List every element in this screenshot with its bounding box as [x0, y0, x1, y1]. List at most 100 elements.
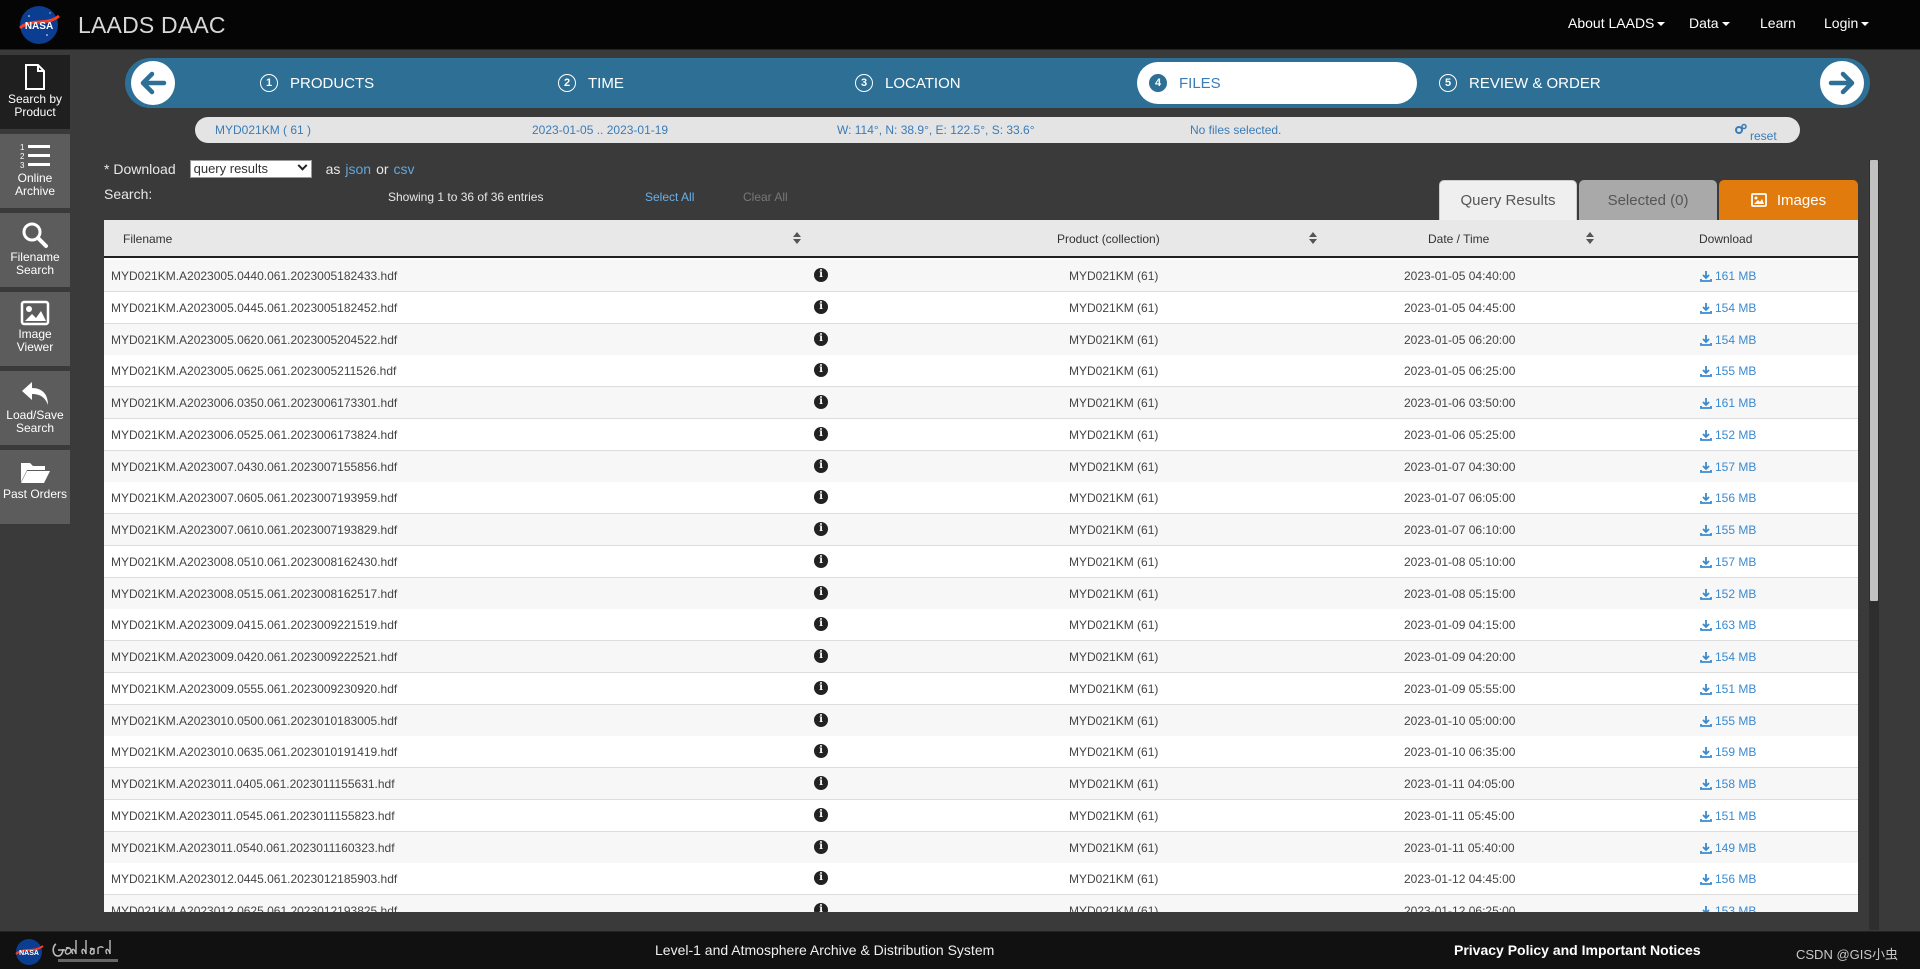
table-row[interactable]: MYD021KM.A2023005.0620.061.2023005204522… [104, 324, 1858, 356]
info-icon[interactable]: i [814, 808, 828, 822]
tab-images[interactable]: Images [1719, 180, 1858, 220]
info-icon[interactable]: i [814, 903, 828, 912]
sidebar-online-archive[interactable]: 1 2 3 Online Archive [0, 134, 70, 208]
step-files[interactable]: 4 FILES [1137, 62, 1417, 104]
info-icon[interactable]: i [814, 649, 828, 663]
info-icon[interactable]: i [814, 871, 828, 885]
next-step-button[interactable] [1820, 61, 1864, 105]
table-row[interactable]: MYD021KM.A2023009.0415.061.2023009221519… [104, 609, 1858, 641]
sidebar-load-save-search[interactable]: Load/Save Search [0, 371, 70, 445]
info-icon[interactable]: i [814, 554, 828, 568]
previous-step-button[interactable] [131, 61, 175, 105]
header-date[interactable]: Date / Time [1428, 232, 1489, 246]
scrollbar-thumb[interactable] [1870, 160, 1878, 601]
step-products[interactable]: 1 PRODUCTS [248, 62, 374, 104]
info-icon[interactable]: i [814, 490, 828, 504]
info-icon[interactable]: i [814, 586, 828, 600]
step-time[interactable]: 2 TIME [546, 62, 624, 104]
nav-data[interactable]: Data [1689, 15, 1730, 31]
sort-icon[interactable] [1309, 232, 1317, 246]
nav-login[interactable]: Login [1824, 15, 1870, 31]
download-json-link[interactable]: json [345, 161, 371, 177]
table-row[interactable]: MYD021KM.A2023007.0430.061.2023007155856… [104, 451, 1858, 483]
info-icon[interactable]: i [814, 776, 828, 790]
download-link[interactable]: 151 MB [1700, 682, 1756, 696]
info-icon[interactable]: i [814, 395, 828, 409]
download-link[interactable]: 158 MB [1700, 777, 1756, 791]
download-link[interactable]: 154 MB [1700, 301, 1756, 315]
info-icon[interactable]: i [814, 268, 828, 282]
table-row[interactable]: MYD021KM.A2023009.0420.061.2023009222521… [104, 641, 1858, 673]
download-link[interactable]: 163 MB [1700, 618, 1756, 632]
info-icon[interactable]: i [814, 332, 828, 346]
info-icon[interactable]: i [814, 617, 828, 631]
table-row[interactable]: MYD021KM.A2023007.0605.061.2023007193959… [104, 482, 1858, 514]
download-link[interactable]: 153 MB [1700, 904, 1756, 912]
table-row[interactable]: MYD021KM.A2023012.0625.061.2023012193825… [104, 895, 1858, 912]
download-link[interactable]: 152 MB [1700, 587, 1756, 601]
download-link[interactable]: 161 MB [1700, 269, 1756, 283]
table-row[interactable]: MYD021KM.A2023006.0350.061.2023006173301… [104, 387, 1858, 419]
table-row[interactable]: MYD021KM.A2023005.0445.061.2023005182452… [104, 292, 1858, 324]
sort-icon[interactable] [793, 232, 801, 246]
nasa-logo[interactable]: NASA [17, 4, 61, 46]
download-link[interactable]: 157 MB [1700, 555, 1756, 569]
table-row[interactable]: MYD021KM.A2023006.0525.061.2023006173824… [104, 419, 1858, 451]
table-row[interactable]: MYD021KM.A2023005.0440.061.2023005182433… [104, 260, 1858, 292]
goddard-logo[interactable] [50, 936, 126, 966]
summary-time[interactable]: 2023-01-05 .. 2023-01-19 [532, 123, 668, 137]
info-icon[interactable]: i [814, 427, 828, 441]
download-csv-link[interactable]: csv [394, 161, 415, 177]
nav-learn[interactable]: Learn [1760, 15, 1796, 31]
nasa-logo[interactable]: NASA [14, 938, 44, 966]
select-all-button[interactable]: Select All [645, 190, 694, 204]
info-icon[interactable]: i [814, 459, 828, 473]
scrollbar[interactable] [1869, 160, 1879, 930]
step-review-order[interactable]: 5 REVIEW & ORDER [1427, 62, 1601, 104]
download-link[interactable]: 159 MB [1700, 745, 1756, 759]
table-row[interactable]: MYD021KM.A2023010.0635.061.2023010191419… [104, 736, 1858, 768]
download-link[interactable]: 152 MB [1700, 428, 1756, 442]
download-link[interactable]: 149 MB [1700, 841, 1756, 855]
download-link[interactable]: 154 MB [1700, 650, 1756, 664]
table-row[interactable]: MYD021KM.A2023005.0625.061.2023005211526… [104, 355, 1858, 387]
download-link[interactable]: 161 MB [1700, 396, 1756, 410]
info-icon[interactable]: i [814, 713, 828, 727]
clear-all-button[interactable]: Clear All [743, 190, 788, 204]
info-icon[interactable]: i [814, 300, 828, 314]
download-link[interactable]: 154 MB [1700, 333, 1756, 347]
header-product[interactable]: Product (collection) [1057, 232, 1160, 246]
table-row[interactable]: MYD021KM.A2023007.0610.061.2023007193829… [104, 514, 1858, 546]
sidebar-search-by-product[interactable]: Search by Product [0, 55, 70, 129]
table-row[interactable]: MYD021KM.A2023010.0500.061.2023010183005… [104, 705, 1858, 737]
download-link[interactable]: 151 MB [1700, 809, 1756, 823]
sort-icon[interactable] [1586, 232, 1594, 246]
header-filename[interactable]: Filename [123, 232, 172, 246]
info-icon[interactable]: i [814, 522, 828, 536]
tab-query-results[interactable]: Query Results [1439, 180, 1577, 220]
site-title[interactable]: LAADS DAAC [78, 12, 226, 39]
download-link[interactable]: 157 MB [1700, 460, 1756, 474]
step-location[interactable]: 3 LOCATION [843, 62, 961, 104]
privacy-policy-link[interactable]: Privacy Policy and Important Notices [1454, 942, 1701, 958]
info-icon[interactable]: i [814, 744, 828, 758]
tab-selected[interactable]: Selected (0) [1579, 180, 1717, 220]
table-row[interactable]: MYD021KM.A2023011.0545.061.2023011155823… [104, 800, 1858, 832]
summary-product[interactable]: MYD021KM ( 61 ) [215, 123, 311, 137]
sidebar-image-viewer[interactable]: Image Viewer [0, 292, 70, 366]
info-icon[interactable]: i [814, 681, 828, 695]
download-link[interactable]: 155 MB [1700, 364, 1756, 378]
table-row[interactable]: MYD021KM.A2023012.0445.061.2023012185903… [104, 863, 1858, 895]
sidebar-past-orders[interactable]: Past Orders [0, 450, 70, 524]
table-row[interactable]: MYD021KM.A2023011.0405.061.2023011155631… [104, 768, 1858, 800]
reset-button[interactable]: reset [1735, 123, 1777, 143]
table-row[interactable]: MYD021KM.A2023011.0540.061.2023011160323… [104, 832, 1858, 864]
download-select[interactable]: query results [189, 160, 312, 178]
download-link[interactable]: 156 MB [1700, 491, 1756, 505]
table-row[interactable]: MYD021KM.A2023008.0515.061.2023008162517… [104, 578, 1858, 610]
summary-location[interactable]: W: 114°, N: 38.9°, E: 122.5°, S: 33.6° [837, 123, 1035, 137]
download-link[interactable]: 156 MB [1700, 872, 1756, 886]
info-icon[interactable]: i [814, 363, 828, 377]
download-link[interactable]: 155 MB [1700, 523, 1756, 537]
sidebar-filename-search[interactable]: Filename Search [0, 213, 70, 287]
